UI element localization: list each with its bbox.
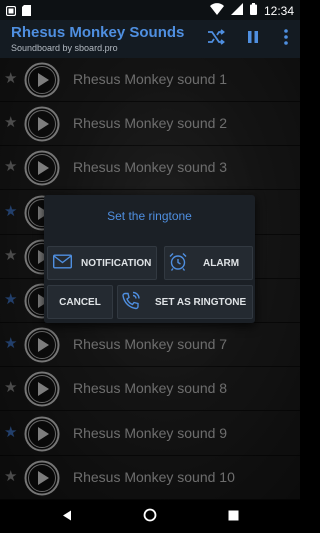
cellular-signal-icon bbox=[230, 2, 243, 20]
alarm-button[interactable]: ALARM bbox=[164, 246, 253, 280]
back-button[interactable] bbox=[58, 508, 76, 526]
set-ringtone-dialog: Set the ringtone NOTIFICATION ALARM CANC… bbox=[44, 195, 255, 323]
app-subtitle: Soundboard by sboard.pro bbox=[11, 43, 118, 53]
status-time: 12:34 bbox=[263, 4, 294, 18]
recents-icon bbox=[228, 508, 239, 526]
app-title: Rhesus Monkey Sounds bbox=[11, 24, 185, 41]
alarm-label: ALARM bbox=[203, 257, 240, 269]
wifi-icon bbox=[209, 2, 224, 20]
set-as-ringtone-label: SET AS RINGTONE bbox=[155, 296, 247, 308]
set-as-ringtone-button[interactable]: SET AS RINGTONE bbox=[117, 285, 253, 319]
navigation-bar bbox=[0, 500, 300, 533]
battery-icon bbox=[249, 2, 257, 20]
notification-label: NOTIFICATION bbox=[81, 257, 152, 269]
cancel-button[interactable]: CANCEL bbox=[47, 285, 113, 319]
phone-ringing-icon bbox=[121, 291, 141, 314]
back-icon bbox=[62, 508, 72, 526]
notification-button[interactable]: NOTIFICATION bbox=[47, 246, 157, 280]
overflow-menu-icon bbox=[284, 28, 288, 50]
pause-button[interactable] bbox=[242, 28, 264, 50]
cancel-label: CANCEL bbox=[59, 296, 101, 308]
home-icon bbox=[143, 508, 157, 527]
app-bar: Rhesus Monkey Sounds Soundboard by sboar… bbox=[0, 20, 300, 58]
dialog-title: Set the ringtone bbox=[107, 209, 192, 223]
overflow-menu-button[interactable] bbox=[275, 28, 297, 50]
envelope-icon bbox=[52, 254, 73, 272]
alarm-clock-icon bbox=[168, 252, 188, 275]
notification-square-icon bbox=[5, 3, 17, 21]
shuffle-icon bbox=[207, 28, 225, 50]
sd-card-icon bbox=[22, 3, 31, 21]
status-bar: 12:34 bbox=[0, 0, 300, 20]
pause-icon bbox=[247, 30, 259, 49]
home-button[interactable] bbox=[141, 508, 159, 526]
recents-button[interactable] bbox=[224, 508, 242, 526]
shuffle-button[interactable] bbox=[205, 28, 227, 50]
